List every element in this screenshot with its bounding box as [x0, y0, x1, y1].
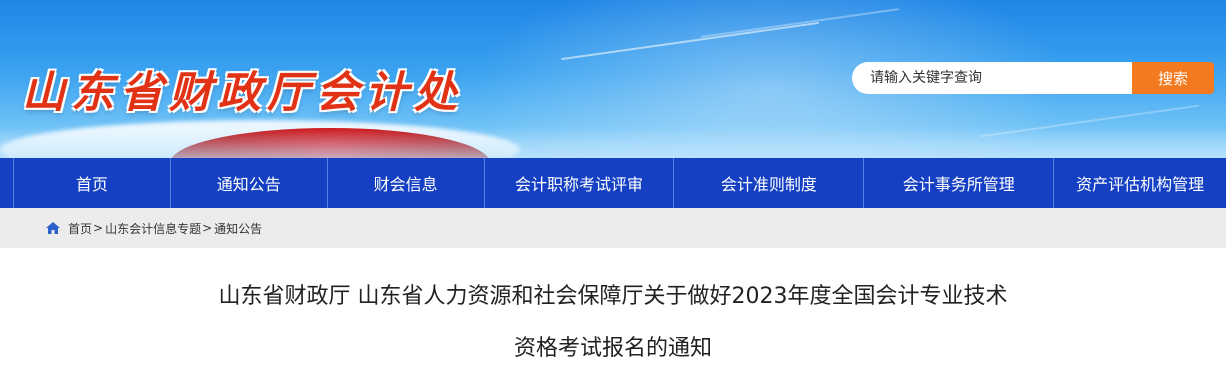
nav-item-home[interactable]: 首页: [14, 158, 171, 208]
banner-bottom-fade: [0, 128, 1226, 158]
site-logo-title[interactable]: 山东省财政厅会计处: [22, 58, 463, 120]
article-title-line-1: 山东省财政厅 山东省人力资源和社会保障厅关于做好2023年度全国会计专业技术: [218, 284, 1008, 309]
breadcrumb-bar: 首页 > 山东会计信息专题 > 通知公告: [0, 208, 1226, 248]
home-icon: [46, 222, 60, 234]
nav-item-accounting-exam[interactable]: 会计职称考试评审: [485, 158, 675, 208]
breadcrumb-separator: >: [202, 221, 213, 235]
site-banner: 山东省财政厅会计处 搜索: [0, 0, 1226, 158]
search-button[interactable]: 搜索: [1132, 62, 1214, 94]
nav-item-notices[interactable]: 通知公告: [171, 158, 328, 208]
nav-item-firm-management[interactable]: 会计事务所管理: [864, 158, 1055, 208]
breadcrumb-accounting-topic[interactable]: 山东会计信息专题: [105, 220, 201, 237]
nav-divider: [0, 158, 14, 208]
nav-item-finance-info[interactable]: 财会信息: [328, 158, 485, 208]
breadcrumb-home[interactable]: 首页: [68, 220, 92, 237]
main-nav: 首页 通知公告 财会信息 会计职称考试评审 会计准则制度 会计事务所管理 资产评…: [0, 158, 1226, 208]
breadcrumb-notices[interactable]: 通知公告: [214, 220, 262, 237]
search-input[interactable]: [852, 62, 1132, 94]
search-box: 搜索: [852, 62, 1214, 94]
article-title-line-2: 资格考试报名的通知: [513, 336, 712, 361]
breadcrumb-separator: >: [93, 221, 104, 235]
article-title: 山东省财政厅 山东省人力资源和社会保障厅关于做好2023年度全国会计专业技术 资…: [0, 282, 1226, 364]
breadcrumb: 首页 > 山东会计信息专题 > 通知公告: [46, 220, 262, 237]
nav-item-asset-appraisal[interactable]: 资产评估机构管理: [1054, 158, 1226, 208]
nav-item-accounting-standards[interactable]: 会计准则制度: [674, 158, 865, 208]
